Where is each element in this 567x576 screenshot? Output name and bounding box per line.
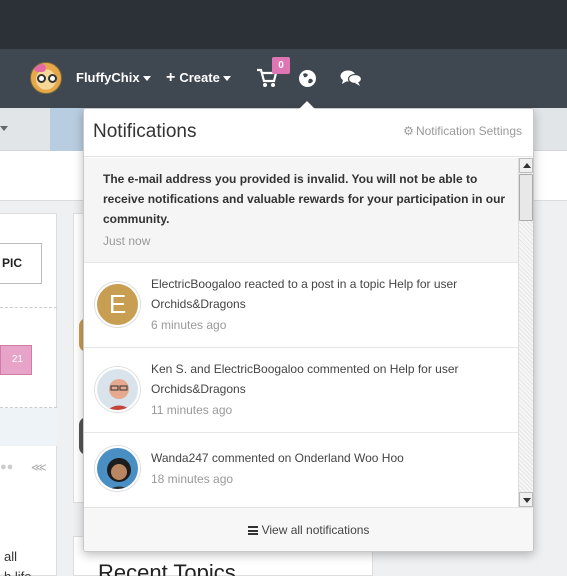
notification-settings-label: Notification Settings xyxy=(415,124,522,138)
view-all-label: View all notifications xyxy=(261,523,370,537)
gear-icon: ⚙ xyxy=(403,124,414,138)
highlight-row xyxy=(0,408,57,446)
left-text-line: h life xyxy=(4,567,31,576)
share-icon[interactable]: ⋘ xyxy=(31,461,47,474)
chevron-down-icon[interactable] xyxy=(0,126,8,131)
chat-icon xyxy=(340,70,363,86)
notification-time: 18 minutes ago xyxy=(151,472,234,486)
chevron-down-icon xyxy=(142,76,151,81)
create-menu[interactable]: + Create xyxy=(166,69,231,86)
cart-badge: 0 xyxy=(272,57,290,74)
notifications-title: Notifications xyxy=(93,121,197,142)
notification-text: ElectricBoogaloo reacted to a post in a … xyxy=(151,277,458,311)
notification-item[interactable]: E ElectricBoogaloo reacted to a post in … xyxy=(84,263,518,348)
plus-icon: + xyxy=(166,69,176,86)
scroll-up-button[interactable] xyxy=(519,158,533,173)
arrow-down-icon xyxy=(523,498,531,503)
avatar xyxy=(95,446,140,491)
recent-topics-title: Recent Topics xyxy=(98,560,236,576)
chevron-down-icon xyxy=(222,76,231,81)
person-avatar-icon xyxy=(97,369,138,410)
notification-text: The e-mail address you provided is inval… xyxy=(103,172,506,226)
globe-icon xyxy=(299,70,316,87)
avatar-eye xyxy=(37,74,46,83)
notification-text: Wanda247 commented on Onderland Woo Hoo xyxy=(151,451,404,465)
user-avatar[interactable] xyxy=(30,62,62,94)
username-label: FluffyChix xyxy=(76,70,140,85)
faint-icon: ●● xyxy=(0,461,14,473)
count-button[interactable]: 21 xyxy=(0,345,32,375)
view-all-notifications-link[interactable]: View all notifications xyxy=(84,507,533,551)
bow-decoration xyxy=(34,64,46,72)
notification-time: 6 minutes ago xyxy=(151,318,227,332)
list-icon xyxy=(247,525,258,535)
notifications-button[interactable] xyxy=(298,69,317,88)
divider xyxy=(0,307,57,308)
notification-time: Just now xyxy=(103,234,151,248)
messages-button[interactable] xyxy=(340,69,363,87)
notifications-header: Notifications ⚙ Notification Settings xyxy=(84,109,533,157)
notification-item[interactable]: Wanda247 commented on Onderland Woo Hoo … xyxy=(84,433,518,507)
avatar-eye xyxy=(48,74,57,83)
arrow-up-icon xyxy=(523,163,531,168)
scroll-down-button[interactable] xyxy=(519,492,533,507)
notification-item[interactable]: The e-mail address you provided is inval… xyxy=(84,158,518,263)
notification-time: 11 minutes ago xyxy=(151,403,233,417)
dropdown-pointer xyxy=(299,101,315,109)
person-avatar-icon xyxy=(97,448,138,489)
create-label: Create xyxy=(179,70,220,85)
start-topic-button[interactable]: PIC xyxy=(0,243,42,284)
notifications-scrollbar[interactable] xyxy=(518,158,533,507)
notification-settings-link[interactable]: ⚙ Notification Settings xyxy=(403,124,522,138)
left-text: all h life xyxy=(4,547,31,576)
notification-text: Ken S. and ElectricBoogaloo commented on… xyxy=(151,362,459,396)
user-menu[interactable]: FluffyChix xyxy=(76,70,151,85)
top-bar xyxy=(0,0,567,49)
left-text-line: all xyxy=(4,549,18,564)
scrollbar-thumb[interactable] xyxy=(519,174,533,221)
notification-item[interactable]: Ken S. and ElectricBoogaloo commented on… xyxy=(84,348,518,433)
avatar xyxy=(95,367,140,412)
notifications-dropdown: Notifications ⚙ Notification Settings Th… xyxy=(83,108,534,552)
avatar: E xyxy=(95,282,140,327)
notifications-list: The e-mail address you provided is inval… xyxy=(84,158,518,507)
